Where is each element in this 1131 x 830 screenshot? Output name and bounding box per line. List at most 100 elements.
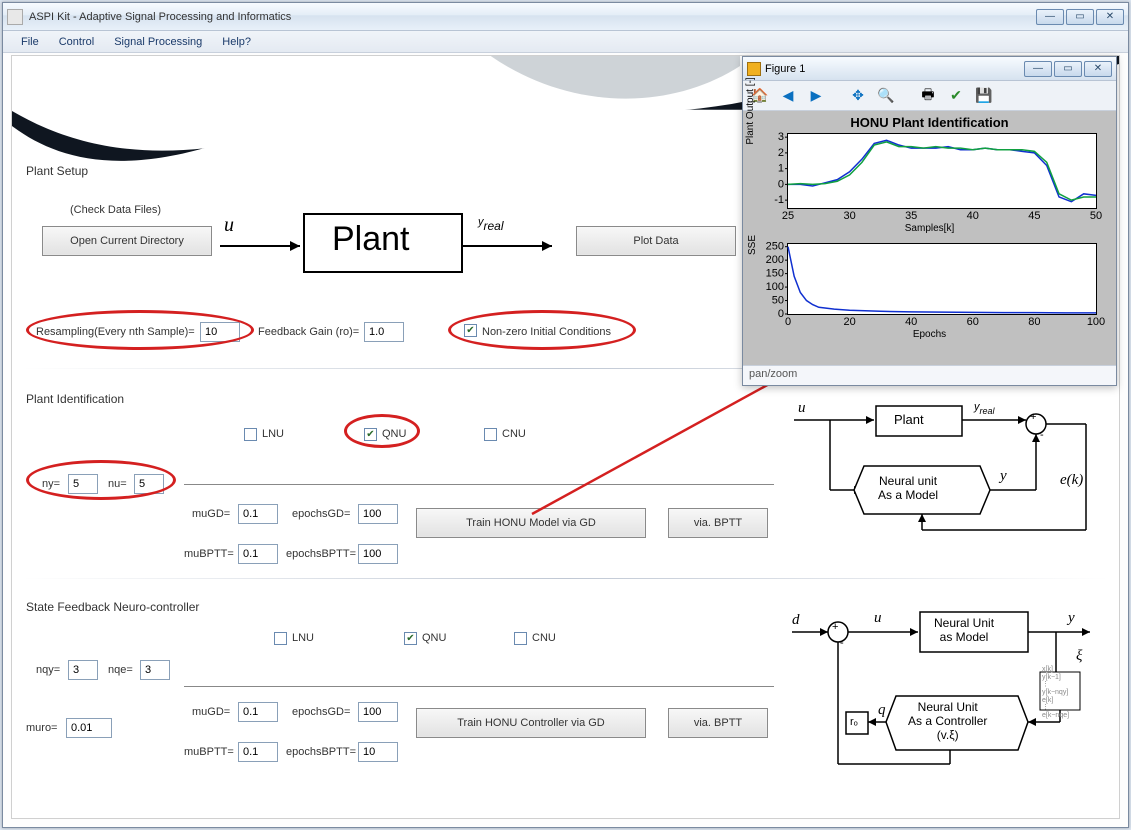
ctrl-cnu-checkbox[interactable] — [514, 632, 527, 645]
fig-maximize-button[interactable]: ▭ — [1054, 61, 1082, 77]
chart-bottom[interactable]: 020406080100050100150200250 — [787, 243, 1097, 315]
top-ylabel: Plant Output [-] — [745, 71, 756, 151]
ctrl-muGD-input[interactable] — [238, 702, 278, 722]
minimize-button[interactable]: — — [1036, 9, 1064, 25]
svg-text:200: 200 — [766, 254, 784, 266]
ctrl-cnu-label: CNU — [532, 632, 556, 644]
id-lnu-checkbox[interactable] — [244, 428, 257, 441]
bot-ylabel: SSE — [747, 215, 758, 275]
id-qnu-checkbox[interactable] — [364, 428, 377, 441]
svg-text:250: 250 — [766, 241, 784, 253]
nqe-input[interactable] — [140, 660, 170, 680]
figure-titlebar: Figure 1 — ▭ ✕ — [743, 57, 1116, 81]
check-icon[interactable]: ✔ — [945, 85, 967, 107]
muro-label: muro= — [26, 722, 58, 734]
forward-icon[interactable]: ▶ — [805, 85, 827, 107]
resampling-label: Resampling(Every nth Sample)= — [36, 326, 195, 338]
ctrl-epochsBPTT-input[interactable] — [358, 742, 398, 762]
id-muBPTT-label: muBPTT= — [184, 548, 234, 560]
svg-text:20: 20 — [843, 316, 855, 328]
id-epochsBPTT-label: epochsBPTT= — [286, 548, 356, 560]
resampling-input[interactable] — [200, 322, 240, 342]
ctrl-muBPTT-input[interactable] — [238, 742, 278, 762]
id-divider — [184, 484, 774, 485]
maximize-button[interactable]: ▭ — [1066, 9, 1094, 25]
app-icon — [7, 9, 23, 25]
menu-help[interactable]: Help? — [212, 34, 261, 50]
menu-file[interactable]: File — [11, 34, 49, 50]
chart-title: HONU Plant Identification — [743, 115, 1116, 130]
configure-icon[interactable]: 🖶 — [917, 85, 939, 107]
svg-text:50: 50 — [772, 295, 784, 307]
ny-input[interactable] — [68, 474, 98, 494]
svg-text:+: + — [1030, 411, 1036, 423]
id-epochsGD-input[interactable] — [358, 504, 398, 524]
svg-text:0: 0 — [778, 308, 784, 320]
svg-text:30: 30 — [843, 210, 855, 222]
nqy-label: nqy= — [36, 664, 60, 676]
id-muGD-label: muGD= — [192, 508, 230, 520]
yreal-symbol: yreal — [478, 208, 504, 233]
svg-text:40: 40 — [905, 316, 917, 328]
u-symbol: u — [224, 214, 234, 237]
id-epochsBPTT-input[interactable] — [358, 544, 398, 564]
train-ctrl-gd-button[interactable]: Train HONU Controller via GD — [416, 708, 646, 738]
svg-text:3: 3 — [778, 131, 784, 143]
feedback-input[interactable] — [364, 322, 404, 342]
ctrl-divider — [184, 686, 774, 687]
svg-text:-: - — [1040, 429, 1044, 441]
train-model-gd-button[interactable]: Train HONU Model via GD — [416, 508, 646, 538]
svg-text:0: 0 — [785, 316, 791, 328]
plant-id-heading: Plant Identification — [26, 392, 124, 406]
nu-input[interactable] — [134, 474, 164, 494]
svg-text:2: 2 — [778, 147, 784, 159]
ctrl-epochsGD-label: epochsGD= — [292, 706, 350, 718]
nqe-label: nqe= — [108, 664, 133, 676]
plant-box-label: Plant — [332, 220, 410, 259]
feedback-label: Feedback Gain (ro)= — [258, 326, 359, 338]
svg-text:150: 150 — [766, 268, 784, 280]
nqy-input[interactable] — [68, 660, 98, 680]
zoom-icon[interactable]: 🔍 — [875, 85, 897, 107]
fig-minimize-button[interactable]: — — [1024, 61, 1052, 77]
ny-label: ny= — [42, 478, 60, 490]
train-ctrl-bptt-button[interactable]: via. BPTT — [668, 708, 768, 738]
nonzero-label: Non-zero Initial Conditions — [482, 326, 611, 338]
identification-diagram: + - u Plant yreal Neural unit As a Model… — [790, 402, 1090, 562]
ctrl-qnu-label: QNU — [422, 632, 446, 644]
open-directory-button[interactable]: Open Current Directory — [42, 226, 212, 256]
svg-text:35: 35 — [905, 210, 917, 222]
plot-data-button[interactable]: Plot Data — [576, 226, 736, 256]
back-icon[interactable]: ◀ — [777, 85, 799, 107]
ctrl-qnu-checkbox[interactable] — [404, 632, 417, 645]
id-muBPTT-input[interactable] — [238, 544, 278, 564]
svg-text:-1: -1 — [774, 194, 784, 206]
id-lnu-label: LNU — [262, 428, 284, 440]
muro-input[interactable] — [66, 718, 112, 738]
id-cnu-checkbox[interactable] — [484, 428, 497, 441]
save-icon[interactable]: 💾 — [973, 85, 995, 107]
train-model-bptt-button[interactable]: via. BPTT — [668, 508, 768, 538]
nonzero-checkbox[interactable] — [464, 324, 477, 337]
check-files-label: (Check Data Files) — [70, 204, 161, 216]
pan-icon[interactable]: ✥ — [847, 85, 869, 107]
svg-text:1: 1 — [778, 163, 784, 175]
bot-xlabel: Epochs — [743, 329, 1116, 340]
controller-heading: State Feedback Neuro-controller — [26, 600, 199, 614]
figure-window: Figure 1 — ▭ ✕ 🏠 ◀ ▶ ✥ 🔍 🖶 ✔ 💾 HONU Plan… — [742, 56, 1117, 386]
fig-close-button[interactable]: ✕ — [1084, 61, 1112, 77]
close-button[interactable]: ✕ — [1096, 9, 1124, 25]
menu-signal-processing[interactable]: Signal Processing — [104, 34, 212, 50]
figure-toolbar: 🏠 ◀ ▶ ✥ 🔍 🖶 ✔ 💾 — [743, 81, 1116, 111]
nu-label: nu= — [108, 478, 127, 490]
id-muGD-input[interactable] — [238, 504, 278, 524]
figure-statusbar: pan/zoom — [743, 365, 1116, 385]
plant-setup-heading: Plant Setup — [26, 164, 88, 178]
chart-top[interactable]: 253035404550-10123 — [787, 133, 1097, 209]
menu-control[interactable]: Control — [49, 34, 104, 50]
figure-title: Figure 1 — [765, 63, 1024, 75]
ctrl-lnu-checkbox[interactable] — [274, 632, 287, 645]
id-qnu-label: QNU — [382, 428, 406, 440]
ctrl-epochsBPTT-label: epochsBPTT= — [286, 746, 356, 758]
ctrl-epochsGD-input[interactable] — [358, 702, 398, 722]
